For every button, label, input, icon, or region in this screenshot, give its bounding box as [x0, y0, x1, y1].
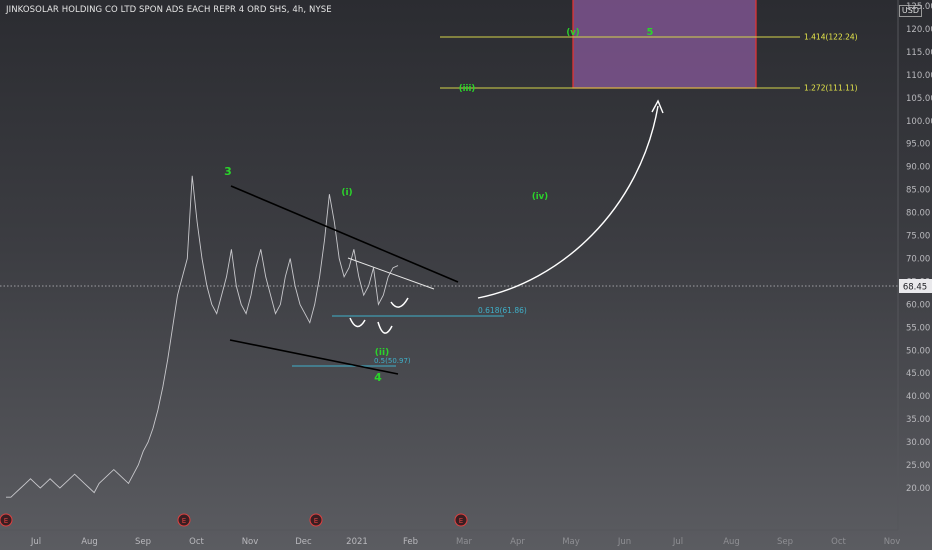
upper-trendline[interactable] [230, 185, 459, 283]
price-tick-label: 25.00 [906, 461, 930, 471]
price-tick-label: 105.00 [906, 94, 932, 104]
price-tick-label: 55.00 [906, 323, 930, 333]
projection-arrow[interactable] [477, 105, 659, 299]
time-tick-label: 2021 [346, 537, 368, 547]
earnings-marker-1[interactable]: E [0, 513, 13, 527]
price-axis[interactable]: 125.00 120.00 115.00 110.00 105.00 100.00 95.0… [906, 2, 932, 494]
time-tick-label: Oct [189, 537, 204, 547]
price-tick-label: 40.00 [906, 392, 930, 402]
fib-label-0618: 0.618(61.86) [478, 306, 527, 315]
price-tick-label: 45.00 [906, 369, 930, 379]
time-tick-label: Oct [831, 537, 846, 547]
earnings-marker-3[interactable]: E [309, 513, 323, 527]
wave-label-ii: (ii) [375, 348, 389, 358]
lower-trendline[interactable] [229, 339, 399, 375]
wave-label-4: 4 [374, 371, 382, 384]
time-tick-label: Jun [617, 537, 631, 547]
price-chart[interactable]: 125.00 120.00 115.00 110.00 105.00 100.00 95.0… [0, 0, 932, 550]
time-tick-label: Sep [135, 537, 151, 547]
arc-left-shoulder[interactable] [349, 317, 366, 328]
price-tick-label: 30.00 [906, 438, 930, 448]
price-tick-label: 110.00 [906, 71, 932, 81]
price-tick-label: 80.00 [906, 209, 930, 219]
price-tick-label: 85.00 [906, 186, 930, 196]
price-series-line [6, 175, 399, 498]
time-tick-label: Mar [456, 537, 473, 547]
time-tick-label: Nov [884, 537, 901, 547]
price-tick-label: 90.00 [906, 163, 930, 173]
arc-head[interactable] [377, 321, 393, 334]
time-tick-label: Aug [723, 537, 740, 547]
price-tick-label: 125.00 [906, 2, 932, 12]
time-tick-label: Nov [242, 537, 259, 547]
price-tick-label: 70.00 [906, 254, 930, 264]
price-tick-label: 60.00 [906, 300, 930, 310]
time-tick-label: Dec [295, 537, 312, 547]
price-tick-label: 75.00 [906, 232, 930, 242]
wave-label-5: 5 [647, 27, 654, 38]
price-tick-label: 120.00 [906, 25, 932, 35]
time-tick-label: Apr [510, 537, 525, 547]
price-tick-label: 100.00 [906, 117, 932, 127]
wave-label-iv: (iv) [532, 192, 548, 202]
current-price-label: 68.45 [903, 283, 927, 293]
earnings-marker-3-label: E [314, 517, 318, 525]
wave-label-v: (v) [566, 28, 579, 38]
price-tick-label: 95.00 [906, 140, 930, 150]
time-tick-label: Feb [403, 537, 418, 547]
wave-label-i: (i) [341, 188, 352, 198]
earnings-marker-4-label: E [459, 517, 463, 525]
time-tick-label: Jul [30, 537, 41, 547]
price-tick-label: 20.00 [906, 484, 930, 494]
time-tick-label: May [562, 537, 580, 547]
price-tick-label: 50.00 [906, 346, 930, 356]
fib-label-1272: 1.272(111.11) [804, 84, 858, 93]
earnings-marker-4[interactable]: E [454, 513, 468, 527]
time-tick-label: Jul [672, 537, 683, 547]
wave-label-iii: (iii) [459, 84, 476, 94]
wave-label-3: 3 [224, 165, 232, 178]
earnings-marker-2[interactable]: E [177, 513, 191, 527]
time-tick-label: Sep [777, 537, 793, 547]
time-axis[interactable]: Jul Aug Sep Oct Nov Dec 2021 Feb Mar Apr May Jun Jul… [30, 537, 900, 547]
arc-right-shoulder[interactable] [390, 297, 409, 308]
target-zone-box[interactable] [572, 0, 757, 89]
time-tick-label: Aug [81, 537, 98, 547]
price-tick-label: 115.00 [906, 48, 932, 58]
earnings-marker-1-label: E [4, 517, 8, 525]
fib-label-1414: 1.414(122.24) [804, 33, 858, 42]
price-tick-label: 35.00 [906, 415, 930, 425]
earnings-marker-2-label: E [182, 517, 186, 525]
fib-label-05: 0.5(50.97) [374, 357, 411, 365]
